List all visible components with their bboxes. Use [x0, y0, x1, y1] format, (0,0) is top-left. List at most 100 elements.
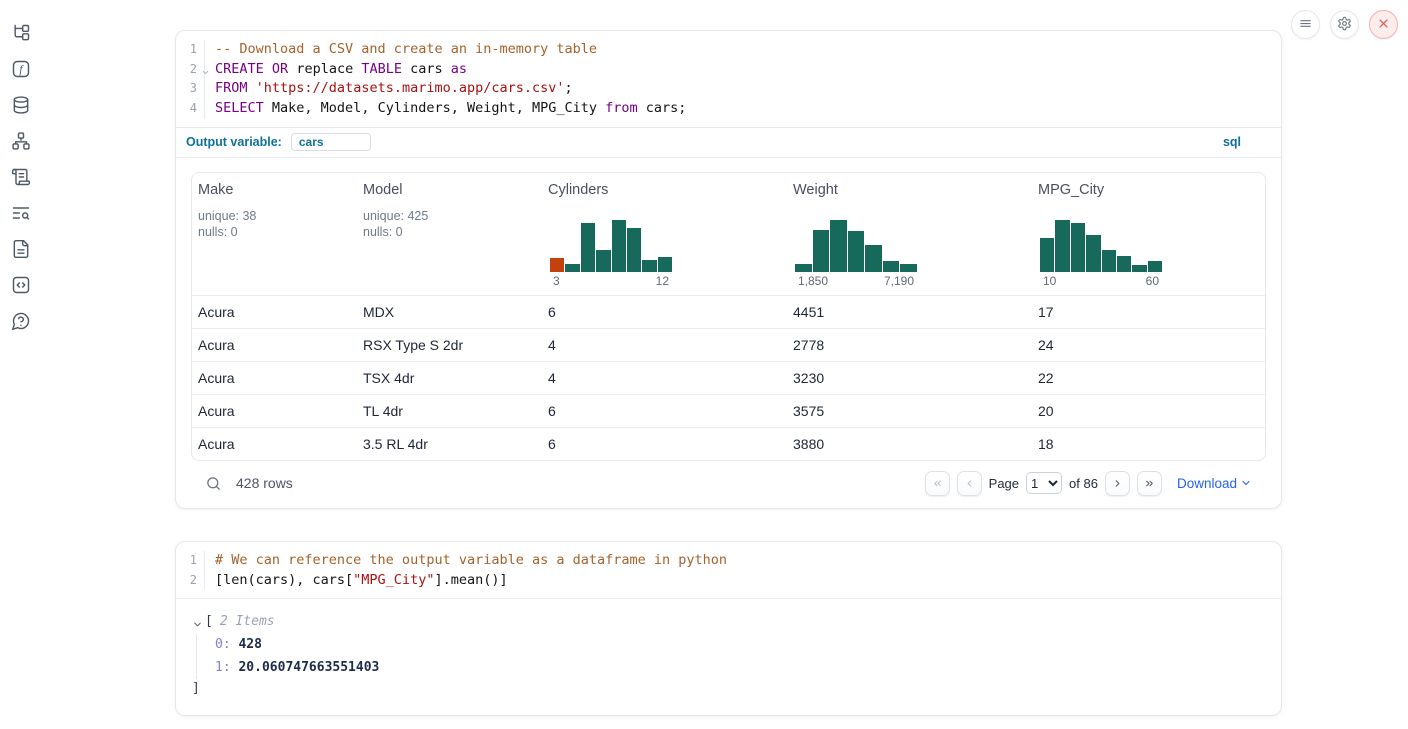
file-tree-icon[interactable]: [11, 23, 31, 43]
column-name[interactable]: Model: [363, 182, 403, 198]
column-name[interactable]: Weight: [793, 182, 838, 198]
data-table: Make unique: 38nulls: 0Modelunique: 425nu…: [191, 172, 1266, 461]
table-header-row: Make unique: 38nulls: 0Modelunique: 425nu…: [192, 173, 1265, 295]
open-bracket: [: [205, 612, 213, 632]
histogram-bar: [848, 231, 865, 272]
table-cell: Acura: [192, 296, 357, 328]
code-line: 2CREATE OR replace TABLE cars as: [176, 60, 1269, 80]
table-cell: MDX: [357, 296, 542, 328]
code-line: 2[len(cars), cars["MPG_City"].mean()]: [176, 571, 1269, 591]
chevron-down-icon: [1240, 475, 1252, 492]
column-name[interactable]: Make: [198, 182, 233, 198]
histogram-max-label: 7,190: [884, 274, 914, 288]
table-cell: 4: [542, 362, 787, 394]
histogram-bar: [565, 264, 579, 272]
table-cell: 22: [1032, 362, 1265, 394]
tree-children: 0: 4281: 20.060747663551403: [196, 634, 1265, 679]
help-icon[interactable]: [11, 311, 31, 331]
histogram-bar: [642, 260, 656, 272]
histogram-bar: [550, 258, 564, 272]
code-text: -- Download a CSV and create an in-memor…: [204, 40, 1269, 60]
page-total-label: of 86: [1069, 476, 1098, 491]
page-select[interactable]: 1: [1026, 472, 1062, 494]
menu-icon: [1298, 16, 1313, 34]
sidebar: f: [0, 0, 42, 729]
notebook-main: 1 -- Download a CSV and create an in-memo…: [175, 0, 1282, 716]
function-icon[interactable]: f: [11, 59, 31, 79]
page-label: Page: [989, 476, 1019, 491]
histogram-min-label: 10: [1043, 274, 1056, 288]
code-text: [len(cars), cars["MPG_City"].mean()]: [204, 571, 1269, 591]
line-number: 2: [176, 60, 204, 80]
histogram-bar: [1148, 261, 1162, 272]
shutdown-button[interactable]: [1369, 10, 1398, 39]
table-cell: TL 4dr: [357, 395, 542, 427]
collapse-chevron-icon[interactable]: [192, 617, 203, 628]
table-cell: TSX 4dr: [357, 362, 542, 394]
database-icon[interactable]: [11, 95, 31, 115]
code-line: 1# We can reference the output variable …: [176, 551, 1269, 571]
column-header: Modelunique: 425nulls: 0: [357, 173, 542, 295]
settings-button[interactable]: [1330, 10, 1359, 39]
column-name[interactable]: MPG_City: [1038, 182, 1104, 198]
documentation-icon[interactable]: [11, 239, 31, 259]
fold-chevron-icon[interactable]: [201, 64, 210, 73]
close-bracket: ]: [192, 679, 1265, 699]
column-histogram: 1,8507,190: [795, 220, 917, 289]
histogram-bar: [1132, 265, 1146, 272]
code-text: # We can reference the output variable a…: [204, 551, 1269, 571]
table-cell: 2778: [787, 329, 1032, 361]
list-item: 0: 428: [215, 634, 1265, 657]
table-cell: 4: [542, 329, 787, 361]
table-cell: 6: [542, 296, 787, 328]
row-count: 428 rows: [236, 475, 293, 491]
column-stats: unique: 38nulls: 0: [198, 208, 351, 241]
column-header: MPG_City 1060: [1032, 173, 1265, 295]
table-cell: 6: [542, 428, 787, 460]
table-cell: RSX Type S 2dr: [357, 329, 542, 361]
scratchpad-icon[interactable]: [11, 167, 31, 187]
histogram-bar: [627, 228, 641, 272]
prev-page-button[interactable]: [957, 471, 982, 496]
column-name[interactable]: Cylinders: [548, 182, 608, 198]
code-line: 3FROM 'https://datasets.marimo.app/cars.…: [176, 79, 1269, 99]
last-page-button[interactable]: [1137, 471, 1162, 496]
table-cell: 24: [1032, 329, 1265, 361]
svg-text:f: f: [19, 64, 24, 76]
code-text: CREATE OR replace TABLE cars as: [204, 60, 1269, 80]
first-page-button[interactable]: [925, 471, 950, 496]
download-button[interactable]: Download: [1177, 475, 1252, 492]
table-cell: 3230: [787, 362, 1032, 394]
search-icon[interactable]: [205, 475, 222, 492]
notebook-actions-toolbar: [1291, 10, 1398, 39]
histogram-bar: [813, 230, 830, 272]
next-page-button[interactable]: [1105, 471, 1130, 496]
column-header: Weight 1,8507,190: [787, 173, 1032, 295]
output-variable-input[interactable]: [291, 133, 371, 151]
code-line: 1-- Download a CSV and create an in-memo…: [176, 40, 1269, 60]
tree-root: [ 2 Items: [192, 612, 1265, 632]
histogram-bar: [900, 264, 917, 272]
histogram-bar: [1117, 256, 1131, 272]
table-cell: 3880: [787, 428, 1032, 460]
line-number: 3: [176, 79, 204, 99]
histogram-bar: [596, 250, 610, 272]
column-histogram: 1060: [1040, 220, 1162, 289]
list-item: 1: 20.060747663551403: [215, 657, 1265, 680]
snippets-icon[interactable]: [11, 275, 31, 295]
sql-code-editor[interactable]: 1-- Download a CSV and create an in-memo…: [176, 31, 1281, 127]
table-cell: Acura: [192, 329, 357, 361]
histogram-bar: [1086, 235, 1100, 272]
table-cell: 18: [1032, 428, 1265, 460]
dependency-graph-icon[interactable]: [11, 131, 31, 151]
close-icon: [1376, 16, 1391, 34]
table-footer: 428 rows Page 1 of 86 Download: [191, 461, 1266, 508]
python-code-editor[interactable]: 1# We can reference the output variable …: [176, 542, 1281, 598]
table-row: AcuraTL 4dr6357520: [192, 394, 1265, 427]
table-cell: 6: [542, 395, 787, 427]
logs-search-icon[interactable]: [11, 203, 31, 223]
table-cell: 3575: [787, 395, 1032, 427]
menu-button[interactable]: [1291, 10, 1320, 39]
histogram-max-label: 12: [656, 274, 669, 288]
table-cell: Acura: [192, 362, 357, 394]
